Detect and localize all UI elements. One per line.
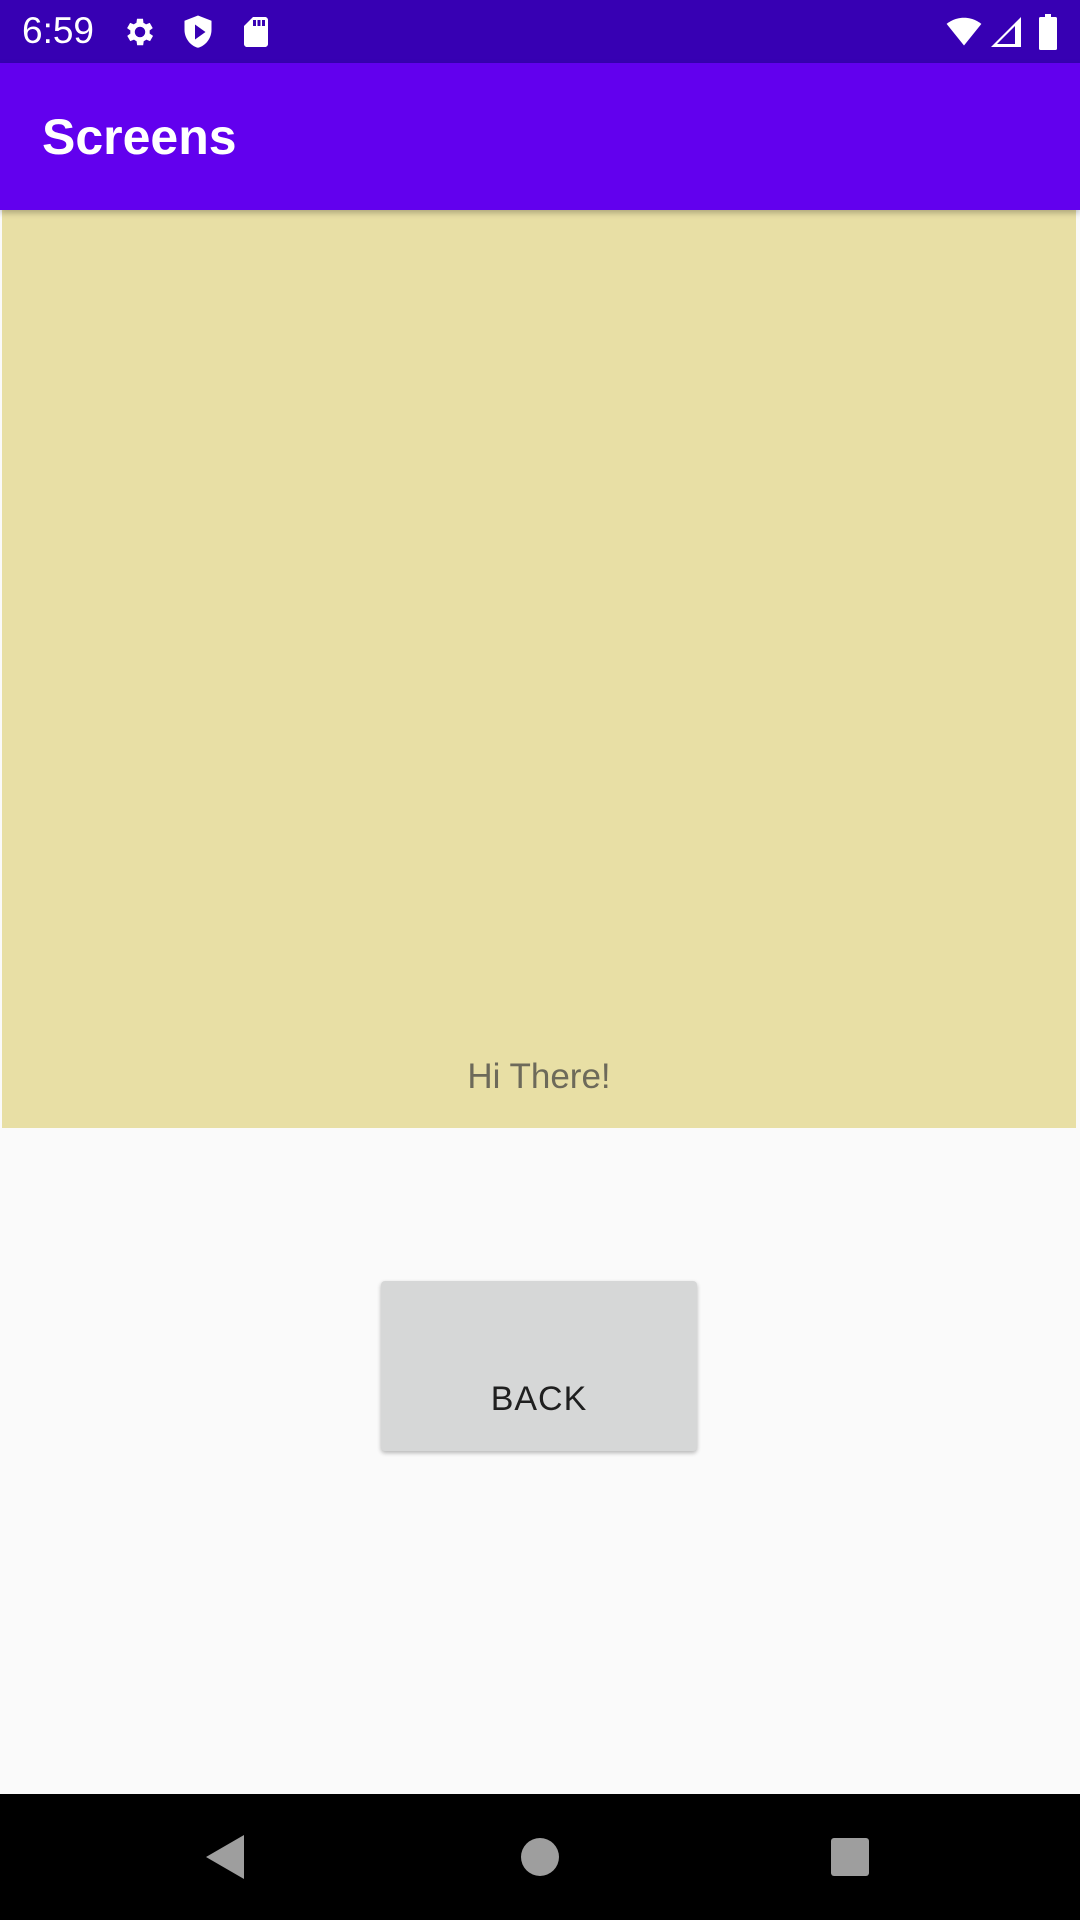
recents-square-icon[interactable] — [820, 1827, 880, 1887]
content-panel: Hi There! — [2, 210, 1076, 1128]
status-bar: 6:59 — [0, 0, 1080, 63]
back-triangle-icon[interactable] — [196, 1827, 256, 1887]
wifi-icon — [944, 14, 984, 50]
back-button[interactable]: BACK — [381, 1281, 697, 1451]
shield-play-icon — [180, 14, 216, 50]
app-title: Screens — [42, 109, 237, 165]
gear-icon — [122, 14, 158, 50]
signal-icon — [988, 14, 1024, 50]
battery-icon — [1036, 14, 1060, 50]
sd-card-icon — [238, 14, 274, 50]
navigation-bar — [0, 1794, 1080, 1920]
back-button-label: BACK — [490, 1379, 588, 1418]
app-bar: Screens — [0, 63, 1080, 210]
status-time: 6:59 — [22, 10, 95, 51]
greeting-text: Hi There! — [467, 1057, 611, 1096]
screen: 6:59 Screens Hi There! BACK — [0, 0, 1080, 1920]
home-circle-icon[interactable] — [510, 1827, 570, 1887]
